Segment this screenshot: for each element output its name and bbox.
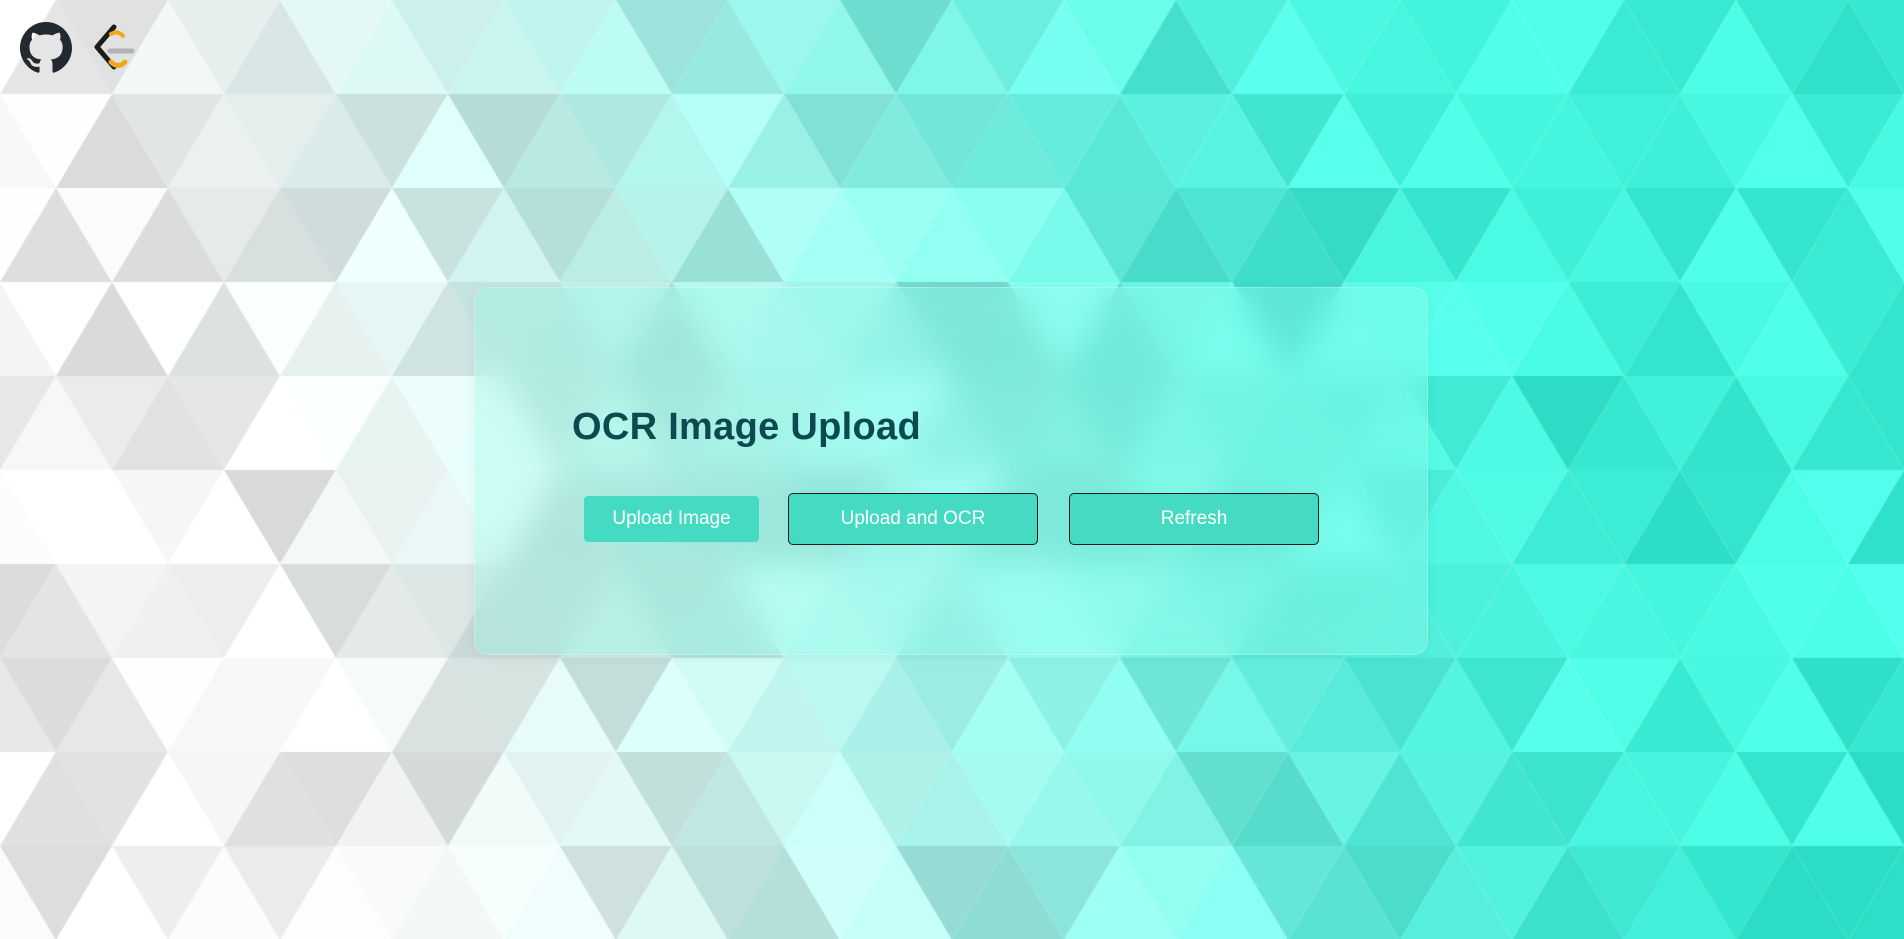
refresh-button[interactable]: Refresh <box>1069 493 1319 545</box>
github-icon <box>20 22 72 73</box>
leetcode-icon <box>94 24 135 70</box>
page-title: OCR Image Upload <box>572 406 921 448</box>
upload-card: OCR Image Upload Upload Image Upload and… <box>474 287 1428 655</box>
upload-image-button[interactable]: Upload Image <box>584 496 759 542</box>
upload-and-ocr-button[interactable]: Upload and OCR <box>788 493 1038 545</box>
header-links <box>20 22 140 74</box>
leetcode-link[interactable] <box>88 22 140 74</box>
github-link[interactable] <box>20 22 72 74</box>
